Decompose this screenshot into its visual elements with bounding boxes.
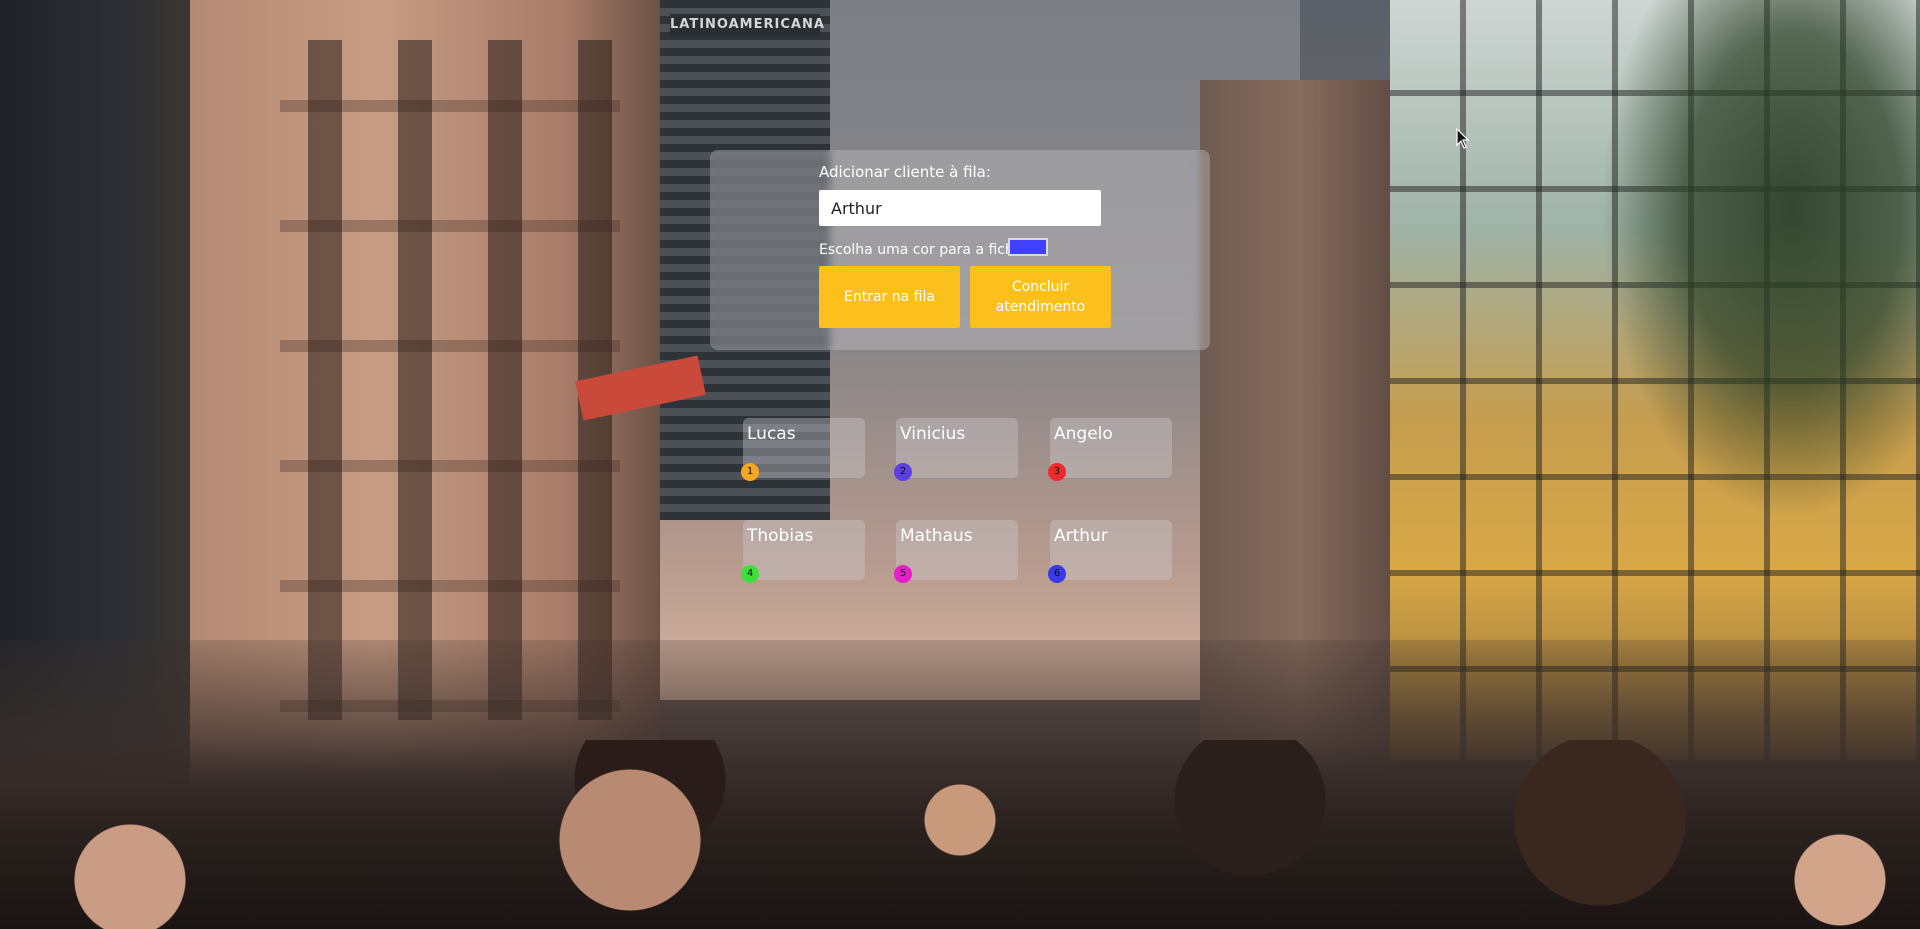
queue-card: Angelo 3 xyxy=(1048,418,1172,481)
queue-card: Thobias 4 xyxy=(741,520,865,583)
queue-card: Arthur 6 xyxy=(1048,520,1172,583)
tower-sign: LATINOAMERICANA xyxy=(670,14,824,36)
tree xyxy=(1600,0,1920,520)
arrow-cursor-icon xyxy=(1456,127,1470,149)
queue-card-name: Vinicius xyxy=(900,424,966,444)
queue-card: Vinicius 2 xyxy=(894,418,1018,481)
queue-number-badge: 5 xyxy=(894,565,912,583)
enter-queue-button[interactable]: Entrar na fila xyxy=(819,266,960,328)
add-client-label: Adicionar cliente à fila: xyxy=(819,163,991,181)
finish-service-button[interactable]: Concluir atendimento xyxy=(970,266,1111,328)
queue-number-badge: 1 xyxy=(741,463,759,481)
client-name-input[interactable] xyxy=(819,190,1101,226)
queue-card-name: Thobias xyxy=(747,526,814,546)
queue-card-name: Lucas xyxy=(747,424,796,444)
crowd xyxy=(0,740,1920,929)
queue-card: Mathaus 5 xyxy=(894,520,1018,583)
queue-number-badge: 4 xyxy=(741,565,759,583)
color-label: Escolha uma cor para a ficha: xyxy=(819,242,1028,258)
building-left-windows xyxy=(280,40,620,720)
queue-number-badge: 3 xyxy=(1048,463,1066,481)
queue-card: Lucas 1 xyxy=(741,418,865,481)
queue-card-name: Arthur xyxy=(1054,526,1108,546)
queue-card-name: Angelo xyxy=(1054,424,1113,444)
queue-card-name: Mathaus xyxy=(900,526,973,546)
queue-number-badge: 2 xyxy=(894,463,912,481)
color-picker[interactable] xyxy=(1008,238,1048,256)
queue-number-badge: 6 xyxy=(1048,565,1066,583)
